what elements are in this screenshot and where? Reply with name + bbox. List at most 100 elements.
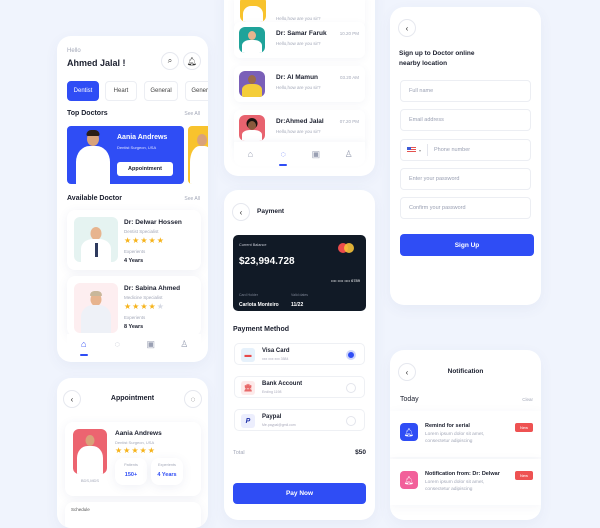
- rating-stars: ★★★★★: [115, 446, 156, 455]
- search-icon: ⌕: [167, 56, 173, 65]
- password-input[interactable]: Enter your password: [400, 168, 531, 190]
- next-doctor-card[interactable]: [188, 126, 208, 184]
- experience-stat: Experients 4 Years: [151, 458, 183, 485]
- back-button[interactable]: ‹: [232, 203, 250, 221]
- method-radio[interactable]: [346, 383, 356, 393]
- phone-placeholder: Phone number: [434, 147, 471, 153]
- method-sub: Ending 1198: [262, 390, 282, 394]
- featured-doctor-card[interactable]: Aania Andrews Dentist Surgeon, USA Appoi…: [67, 126, 184, 184]
- calendar-icon[interactable]: ▣: [306, 149, 326, 160]
- bell-icon: 🔔︎: [400, 423, 418, 441]
- signup-button[interactable]: Sign Up: [400, 234, 534, 256]
- chevron-left-icon: ‹: [405, 23, 409, 33]
- calendar-icon[interactable]: ▣: [141, 339, 161, 350]
- notification-item[interactable]: 🔔︎ Remind for serial Lorem ipsum dolor s…: [390, 411, 541, 457]
- notification-text: Lorem ipsum dolor sit amet, consectetur …: [425, 480, 485, 492]
- experience-value: 8 Years: [124, 324, 144, 330]
- method-name: Bank Account: [262, 381, 303, 387]
- notification-screen: ‹ Notification Today Clear 🔔︎ Remind for…: [390, 350, 541, 520]
- method-sub: xxx xxx xxx 3584: [262, 357, 289, 361]
- chat-item[interactable]: Dr: Samar Faruk Hello,how are you sir? 1…: [234, 22, 365, 58]
- top-doctors-see-all[interactable]: See All: [184, 111, 200, 117]
- chat-name: Dr: Al Mamun: [276, 74, 319, 81]
- payment-method-title: Payment Method: [233, 326, 290, 333]
- chat-item[interactable]: Dr: Al Mamun Hello,how are you sir? 03.2…: [234, 66, 365, 102]
- doctor-card-delwar[interactable]: Dr: Delwar Hossen Dentist Specialist ★★★…: [67, 210, 201, 270]
- featured-doctor-specialty: Dentist Surgeon, USA: [117, 145, 157, 150]
- chat-text: Hello,how are you sir?: [276, 129, 321, 134]
- divider: [427, 144, 429, 156]
- holder-label: Card Holder: [239, 293, 258, 297]
- method-name: Paypal: [262, 414, 282, 420]
- search-button[interactable]: ⌕: [161, 52, 179, 70]
- method-radio[interactable]: [346, 416, 356, 426]
- category-dentist[interactable]: Dentist: [67, 81, 99, 101]
- notification-button[interactable]: 🔔︎: [183, 52, 201, 70]
- chat-name: Dr: Samar Faruk: [276, 30, 327, 37]
- chat-button[interactable]: ◌: [184, 390, 202, 408]
- signup-title-line2: nearby location: [399, 60, 448, 67]
- pay-now-button[interactable]: Pay Now: [233, 483, 366, 504]
- payment-method-visa[interactable]: ▬ Visa Card xxx xxx xxx 3584: [234, 343, 365, 365]
- appointment-button[interactable]: Appointment: [117, 162, 173, 176]
- notification-item[interactable]: 🔔︎ Notification from: Dr: Delwar Lorem i…: [390, 459, 541, 505]
- phone-input[interactable]: ▾ Phone number: [400, 139, 531, 161]
- appointment-screen: ‹ Appointment ◌ BDS,MDS Aania Andrews De…: [57, 378, 208, 528]
- doctor-name: Dr: Sabina Ahmed: [124, 285, 181, 292]
- total-value: $50: [355, 449, 366, 456]
- category-general[interactable]: General: [144, 81, 178, 101]
- signup-title-line1: Sign up to Doctor online: [399, 50, 475, 57]
- payment-title: Payment: [257, 208, 285, 215]
- chevron-down-icon[interactable]: ▾: [419, 148, 421, 153]
- profile-icon[interactable]: ♙: [174, 339, 194, 350]
- method-radio[interactable]: [346, 350, 356, 360]
- card-number: •••• •••• •••• 6789: [330, 278, 360, 283]
- balance-label: Current Balance: [239, 243, 267, 247]
- us-flag-icon[interactable]: [407, 147, 416, 153]
- payment-method-bank[interactable]: 🏛︎ Bank Account Ending 1198: [234, 376, 365, 398]
- chat-item[interactable]: Dr:Ahmed Jalal Hello,how are you sir? 07…: [234, 110, 365, 146]
- chat-name: Dr:Ahmed Jalal: [276, 118, 324, 125]
- patients-stat: Patients 150+: [115, 458, 147, 485]
- notification-text: Lorem ipsum dolor sit amet, consectetur …: [425, 432, 485, 444]
- valid-date: 11/22: [291, 302, 304, 308]
- payment-method-paypal[interactable]: P Paypal Me.paypal@gmil.com: [234, 409, 365, 431]
- experience-value: 4 Years: [157, 472, 177, 478]
- experience-value: 4 Years: [124, 258, 144, 264]
- chat-avatar: [239, 71, 265, 97]
- doctor-card-sabina[interactable]: Dr: Sabina Ahmed Medicine Specialist ★★★…: [67, 276, 201, 336]
- chevron-left-icon: ‹: [239, 207, 243, 217]
- rating-stars: ★★★★★: [124, 236, 165, 245]
- patients-label: Patients: [124, 463, 138, 467]
- valid-label: Valid dates: [291, 293, 309, 297]
- home-icon[interactable]: ⌂: [74, 339, 94, 356]
- chat-icon[interactable]: ◌: [107, 339, 127, 349]
- doctor-specialty: Dentist Specialist: [124, 229, 159, 234]
- home-icon[interactable]: ⌂: [240, 149, 260, 159]
- bottom-nav: ⌂ ◌ ▣ ♙: [67, 334, 201, 356]
- doctor-photo: [73, 429, 107, 474]
- doctor-specialty: Dentist Surgeon, USA: [115, 440, 155, 445]
- profile-icon[interactable]: ♙: [339, 149, 359, 160]
- confirm-password-input[interactable]: Confirm your password: [400, 197, 531, 219]
- full-name-input[interactable]: Full name: [400, 80, 531, 102]
- signup-title: Sign up to Doctor online nearby location: [399, 49, 474, 69]
- new-badge: New: [514, 471, 533, 480]
- category-general-2[interactable]: General: [185, 81, 208, 101]
- category-heart[interactable]: Heart: [105, 81, 137, 101]
- back-button[interactable]: ‹: [398, 19, 416, 37]
- doctor-degree: BDS,MDS: [80, 478, 100, 483]
- method-name: Visa Card: [262, 348, 290, 354]
- email-input[interactable]: Email address: [400, 109, 531, 131]
- chat-avatar: [240, 0, 266, 22]
- available-see-all[interactable]: See All: [184, 196, 200, 202]
- doctor-photo: [74, 283, 118, 333]
- clear-button[interactable]: Clear: [522, 397, 533, 402]
- credit-card-icon: ▬: [241, 348, 255, 362]
- chat-time: 10.20 PM: [339, 31, 359, 36]
- chat-icon: ◌: [190, 394, 196, 404]
- featured-doctor-photo: [75, 130, 111, 184]
- new-badge: New: [514, 423, 533, 432]
- chat-time: 03.20 AM: [339, 75, 359, 80]
- chat-icon[interactable]: ◌: [273, 149, 293, 166]
